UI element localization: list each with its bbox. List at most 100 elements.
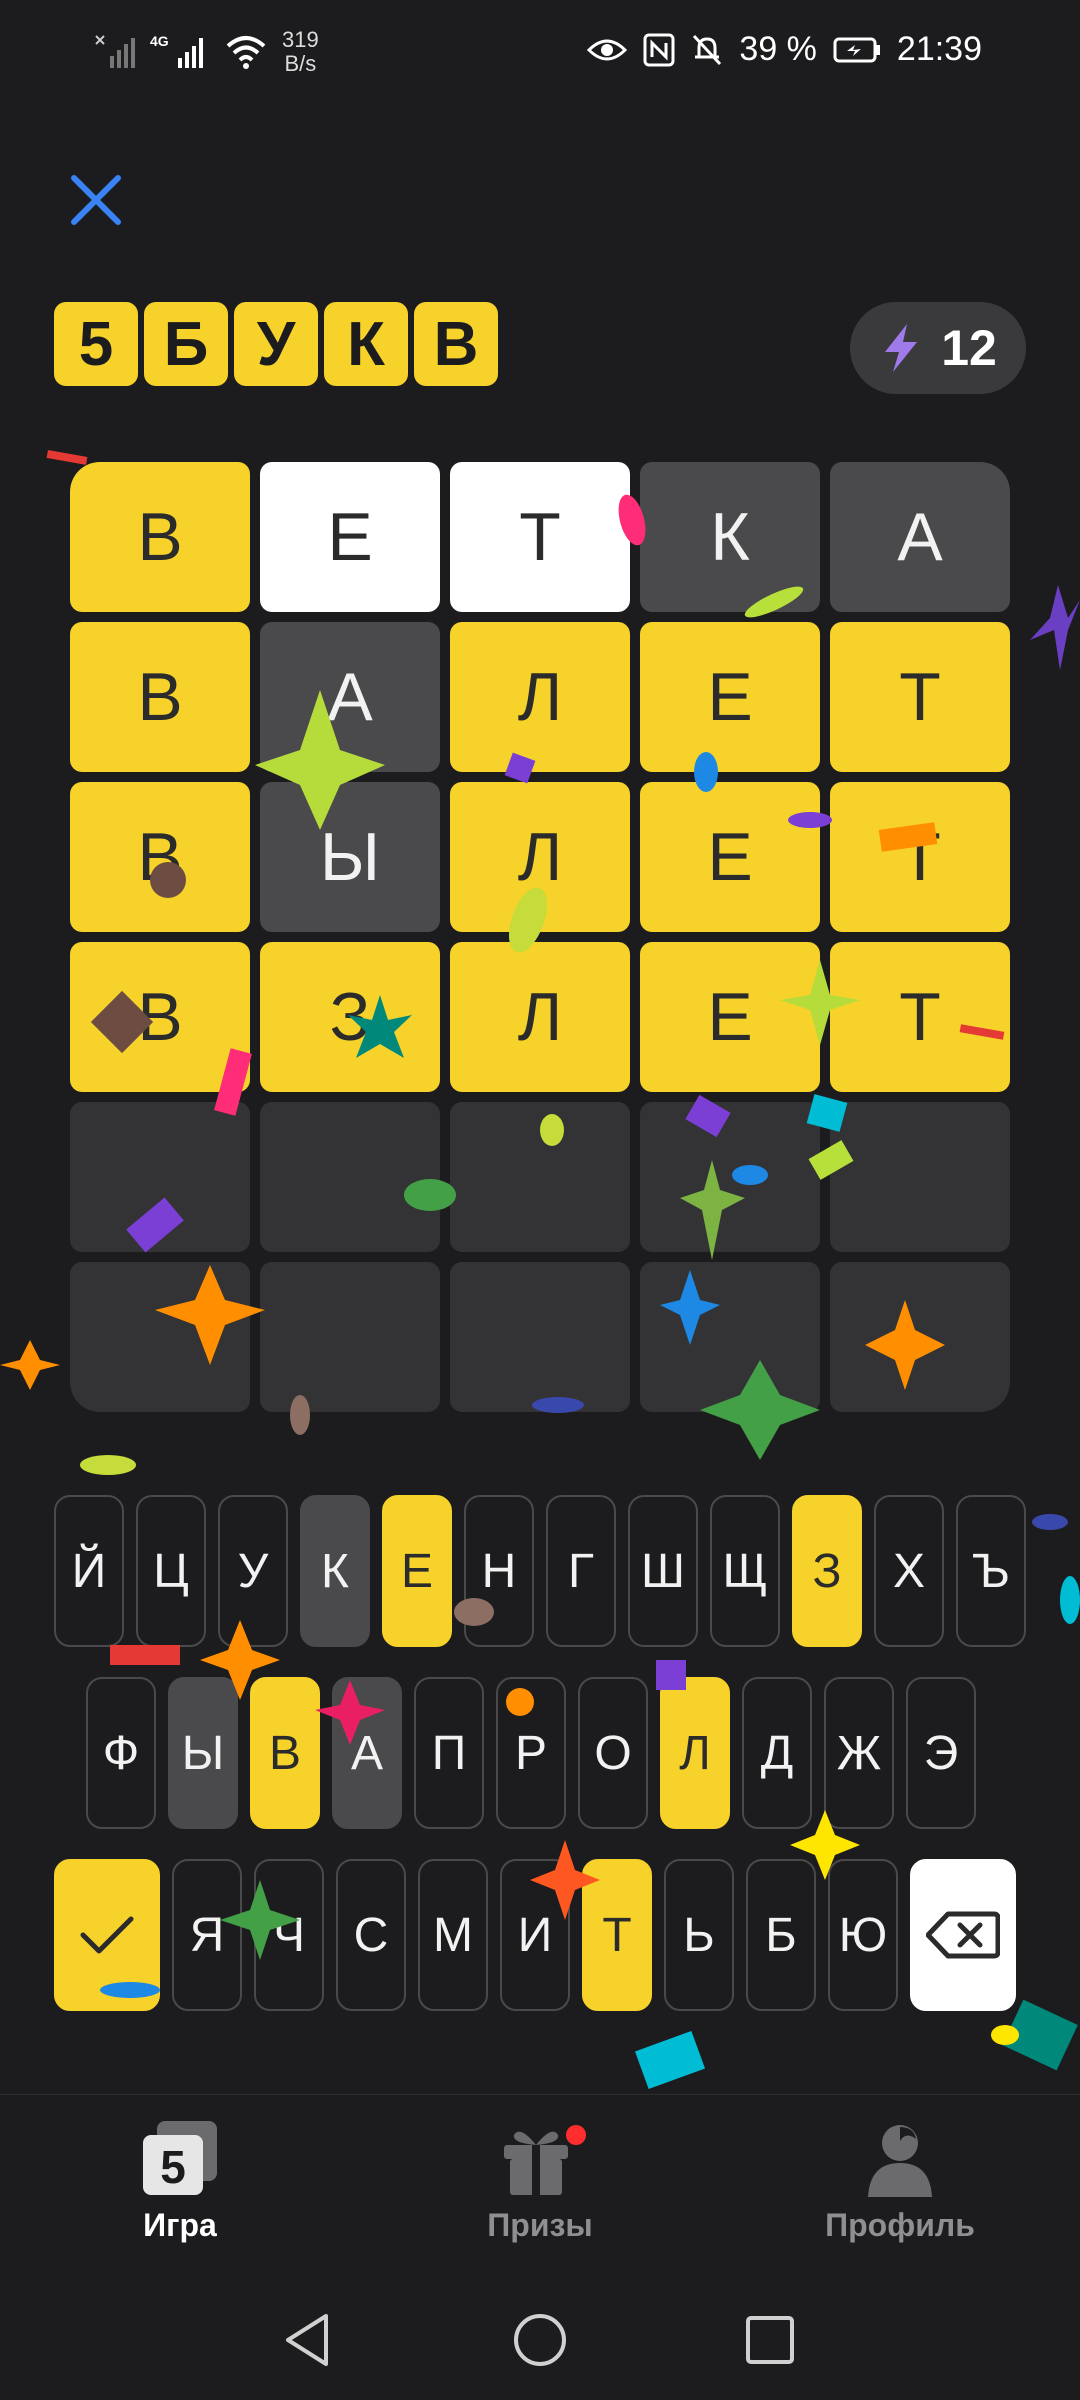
title-tile: К	[324, 302, 408, 386]
game-logo-badge: 5	[160, 2141, 186, 2193]
key[interactable]: Ф	[86, 1677, 156, 1829]
key[interactable]: И	[500, 1859, 570, 2011]
letter-cell: Т	[830, 782, 1010, 932]
letter-cell: Т	[450, 462, 630, 612]
net-speed-value: 319	[282, 27, 319, 52]
key[interactable]: С	[336, 1859, 406, 2011]
key[interactable]: О	[578, 1677, 648, 1829]
app-title-logo: 5 Б У К В	[54, 302, 498, 386]
lightning-icon	[885, 324, 918, 372]
close-icon	[71, 175, 121, 225]
keyboard-row-1: ЙЦУКЕНГШЩЗХЪ	[54, 1495, 1026, 1647]
letter-cell: З	[260, 942, 440, 1092]
key[interactable]: Ь	[664, 1859, 734, 2011]
key[interactable]: А	[332, 1677, 402, 1829]
bottom-nav: 5 Игра Призы Профиль	[0, 2094, 1080, 2275]
key[interactable]: М	[418, 1859, 488, 2011]
letter-cell: Т	[830, 942, 1010, 1092]
notification-dot	[566, 2125, 586, 2145]
nav-tab-prizes[interactable]: Призы	[430, 2121, 650, 2244]
key[interactable]: П	[414, 1677, 484, 1829]
backspace-icon	[926, 1911, 1000, 1959]
letter-cell	[70, 1102, 250, 1252]
status-left: 4G 319 B/s	[92, 28, 319, 76]
key[interactable]: Ч	[254, 1859, 324, 2011]
game-logo-icon: 5	[143, 2121, 217, 2195]
letter-cell: К	[640, 462, 820, 612]
letter-cell	[260, 1262, 440, 1412]
letter-cell: Е	[640, 782, 820, 932]
eye-icon	[587, 39, 628, 60]
backspace-key[interactable]	[910, 1859, 1016, 2011]
key[interactable]: Ж	[824, 1677, 894, 1829]
home-icon[interactable]	[512, 2312, 568, 2368]
key[interactable]: К	[300, 1495, 370, 1647]
game-board: ВЕТКАВАЛЕТВЫЛЕТВЗЛЕТ	[70, 462, 1010, 1422]
key[interactable]: Б	[746, 1859, 816, 2011]
person-icon	[868, 2125, 932, 2197]
key[interactable]: Т	[582, 1859, 652, 2011]
key[interactable]: Ю	[828, 1859, 898, 2011]
board-row: ВАЛЕТ	[70, 622, 1010, 772]
title-tile: У	[234, 302, 318, 386]
key[interactable]: Й	[54, 1495, 124, 1647]
letter-cell: Т	[830, 622, 1010, 772]
gift-icon	[504, 2125, 586, 2195]
letter-cell: Л	[450, 942, 630, 1092]
key[interactable]: Ш	[628, 1495, 698, 1647]
letter-cell: В	[70, 942, 250, 1092]
letter-cell: А	[830, 462, 1010, 612]
key[interactable]: Е	[382, 1495, 452, 1647]
board-row: ВЕТКА	[70, 462, 1010, 612]
letter-cell	[830, 1262, 1010, 1412]
letter-cell: Ы	[260, 782, 440, 932]
signal-off-icon	[95, 35, 135, 68]
key[interactable]: Я	[172, 1859, 242, 2011]
key[interactable]: Р	[496, 1677, 566, 1829]
status-bar: 4G 319 B/s 39 % 21:39	[0, 0, 1080, 105]
letter-cell: Е	[640, 942, 820, 1092]
key[interactable]: З	[792, 1495, 862, 1647]
key[interactable]: Щ	[710, 1495, 780, 1647]
nav-tab-profile[interactable]: Профиль	[790, 2121, 1010, 2244]
net-speed: 319 B/s	[282, 28, 319, 76]
keyboard-row-3: ЯЧСМИТЬБЮ	[54, 1859, 1016, 2011]
system-nav-bar	[0, 2274, 1080, 2400]
key[interactable]: У	[218, 1495, 288, 1647]
recents-icon[interactable]	[744, 2314, 796, 2366]
letter-cell	[70, 1262, 250, 1412]
key[interactable]: Э	[906, 1677, 976, 1829]
key[interactable]: Ц	[136, 1495, 206, 1647]
key[interactable]: Н	[464, 1495, 534, 1647]
letter-cell: Е	[260, 462, 440, 612]
nav-label-profile: Профиль	[825, 2207, 975, 2243]
letter-cell: Л	[450, 622, 630, 772]
battery-icon	[833, 37, 880, 62]
energy-counter[interactable]: 12	[850, 302, 1026, 394]
battery-percent: 39 %	[739, 30, 817, 68]
key[interactable]: Л	[660, 1677, 730, 1829]
key[interactable]: Г	[546, 1495, 616, 1647]
signal-4g-icon: 4G	[150, 33, 203, 68]
key[interactable]: В	[250, 1677, 320, 1829]
board-row	[70, 1102, 1010, 1252]
letter-cell: В	[70, 462, 250, 612]
net-speed-unit: B/s	[284, 51, 317, 76]
nfc-icon	[643, 33, 675, 66]
back-icon[interactable]	[282, 2312, 332, 2368]
letter-cell: Е	[640, 622, 820, 772]
key[interactable]: Д	[742, 1677, 812, 1829]
close-button[interactable]	[64, 168, 128, 232]
board-row: ВЫЛЕТ	[70, 782, 1010, 932]
key[interactable]: Ъ	[956, 1495, 1026, 1647]
letter-cell	[450, 1102, 630, 1252]
enter-key[interactable]	[54, 1859, 160, 2011]
key[interactable]: Х	[874, 1495, 944, 1647]
letter-cell: В	[70, 782, 250, 932]
nav-tab-game[interactable]: 5 Игра	[70, 2121, 290, 2244]
letter-cell	[450, 1262, 630, 1412]
check-icon	[80, 1916, 134, 1954]
nav-label-game: Игра	[143, 2207, 217, 2243]
key[interactable]: Ы	[168, 1677, 238, 1829]
letter-cell	[260, 1102, 440, 1252]
